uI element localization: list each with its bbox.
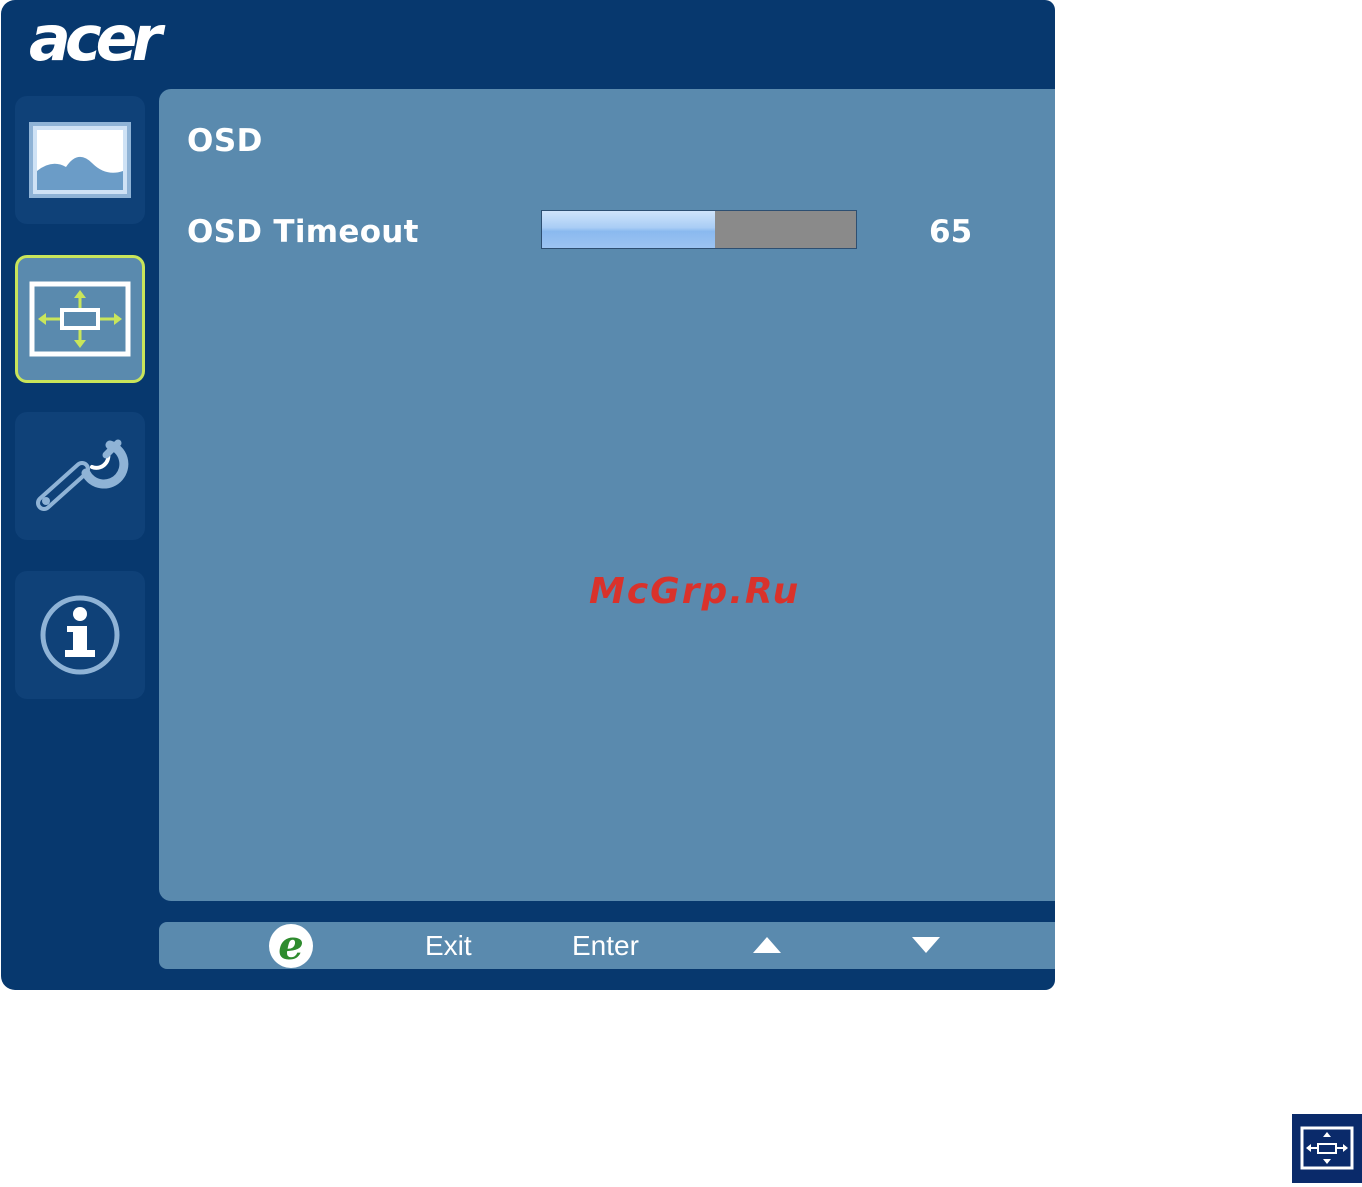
sidebar-item-settings[interactable] bbox=[15, 412, 145, 540]
arrow-up-icon[interactable] bbox=[752, 936, 782, 954]
osd-timeout-label: OSD Timeout bbox=[187, 214, 419, 250]
osd-position-icon-small bbox=[1292, 1114, 1362, 1183]
arrow-down-icon[interactable] bbox=[911, 936, 941, 954]
osd-timeout-slider[interactable] bbox=[541, 210, 857, 249]
key-guide-bar: e Exit Enter bbox=[159, 922, 1055, 969]
svg-text:acer: acer bbox=[29, 10, 166, 70]
settings-panel: OSD OSD Timeout 65 McGrp.Ru bbox=[159, 89, 1055, 901]
osd-window: acer OSD OSD Timeout 65 McGrp.Ru e Exit … bbox=[1, 0, 1055, 990]
enter-button[interactable]: Enter bbox=[572, 930, 639, 962]
osd-timeout-slider-fill bbox=[542, 211, 715, 248]
page-title: OSD bbox=[187, 123, 263, 159]
picture-icon bbox=[29, 122, 131, 198]
exit-button[interactable]: Exit bbox=[425, 930, 472, 962]
osd-position-icon bbox=[29, 281, 131, 357]
osd-timeout-value: 65 bbox=[929, 214, 973, 250]
osd-position-icon bbox=[1300, 1126, 1354, 1170]
settings-wrench-icon bbox=[36, 439, 129, 511]
information-icon bbox=[40, 595, 120, 675]
sidebar-item-picture[interactable] bbox=[15, 96, 145, 224]
sidebar-item-information[interactable] bbox=[15, 571, 145, 699]
empowering-e-icon[interactable]: e bbox=[266, 922, 316, 970]
sidebar-item-osd[interactable] bbox=[15, 255, 145, 383]
acer-logo: acer bbox=[29, 10, 172, 70]
watermark-text: McGrp.Ru bbox=[589, 571, 801, 612]
svg-text:e: e bbox=[278, 922, 303, 969]
